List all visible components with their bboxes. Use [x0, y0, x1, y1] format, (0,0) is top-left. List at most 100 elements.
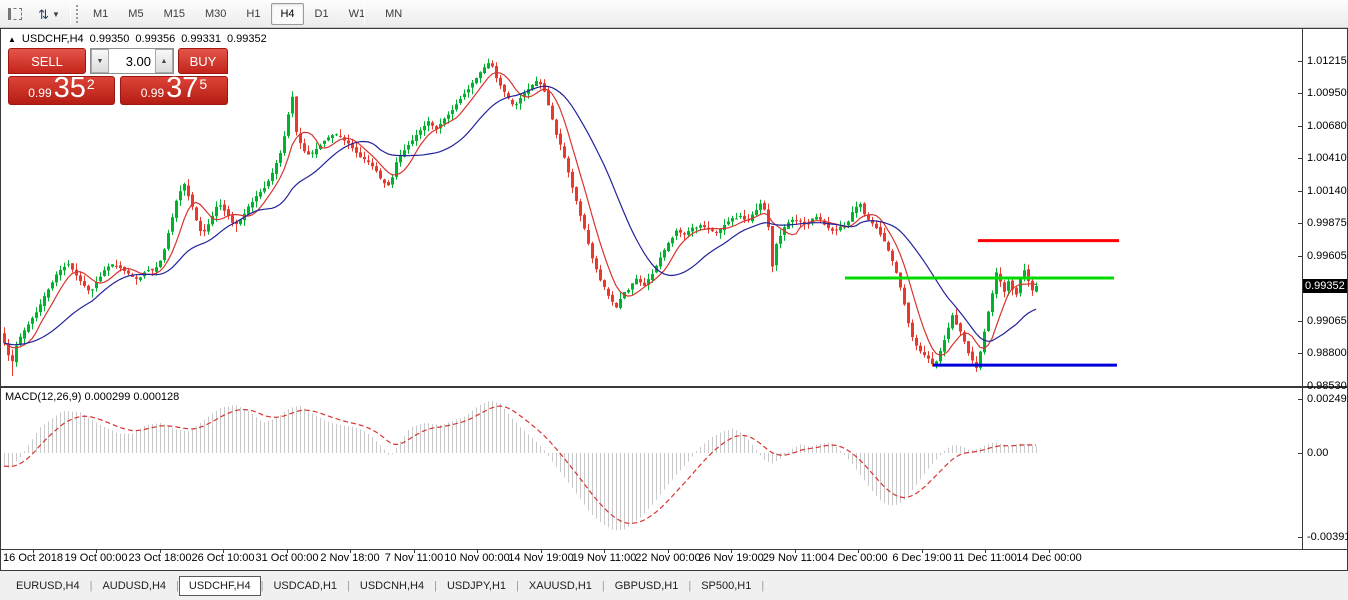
time-axis-label: 14 Dec 00:00	[1004, 552, 1094, 564]
price-axis-tick	[1298, 93, 1302, 94]
toolbar-separator	[364, 3, 365, 25]
current-price-label: 0.99352	[1303, 279, 1347, 293]
chart-tab-usdchf-h4[interactable]: USDCHF,H4	[179, 576, 261, 596]
period-m1-button[interactable]: M1	[84, 3, 117, 25]
buy-button[interactable]: BUY	[178, 48, 228, 74]
price-axis-label: 0.99065	[1307, 315, 1347, 327]
chart-tab-bar: EURUSD,H4|AUDUSD,H4|USDCHF,H4|USDCAD,H1|…	[0, 571, 1348, 600]
time-axis-tick	[287, 549, 288, 553]
ma-slow-line	[4, 86, 1036, 345]
buy-price-small: 0.99	[141, 84, 164, 102]
price-axis-label: 1.00680	[1307, 120, 1347, 132]
sell-price-sup: 2	[87, 77, 95, 91]
time-axis-tick	[414, 549, 415, 553]
period-buttons: M1M5M15M30H1H4D1W1MN	[84, 3, 411, 25]
chart-tab-audusd-h4[interactable]: AUDUSD,H4	[92, 576, 176, 596]
price-axis-label: 1.01215	[1307, 55, 1347, 67]
price-axis-label: 0.99875	[1307, 217, 1347, 229]
period-m30-button[interactable]: M30	[196, 3, 235, 25]
period-h4-button[interactable]: H4	[271, 3, 303, 25]
time-axis-tick	[922, 549, 923, 553]
macd-histogram	[5, 401, 1037, 530]
time-axis-tick	[350, 549, 351, 553]
price-axis-label: 0.98530	[1307, 380, 1347, 392]
price-axis-label: 0.99605	[1307, 250, 1347, 262]
macd-axis-label: 0.002492	[1307, 393, 1348, 405]
sell-price-small: 0.99	[28, 84, 51, 102]
tab-separator: |	[761, 580, 764, 592]
chart-tab-gbpusd-h1[interactable]: GBPUSD,H1	[605, 576, 689, 596]
toolbar-grip[interactable]	[76, 5, 79, 23]
period-m15-button[interactable]: M15	[155, 3, 194, 25]
trading-terminal-window: ⇅ ▼ M1M5M15M30H1H4D1W1MN ▲ USDCHF,H4 0.9…	[0, 0, 1348, 600]
chart-tab-usdjpy-h1[interactable]: USDJPY,H1	[437, 576, 516, 596]
horizontal-level-lines	[845, 241, 1119, 366]
price-axis-tick	[1298, 386, 1302, 387]
macd-indicator-label: MACD(12,26,9) 0.000299 0.000128	[5, 391, 179, 403]
price-axis-label: 0.98800	[1307, 347, 1347, 359]
time-axis-tick	[985, 549, 986, 553]
price-axis-label: 1.00410	[1307, 152, 1347, 164]
time-axis-tick	[731, 549, 732, 553]
price-axis-label: 1.00950	[1307, 87, 1347, 99]
period-w1-button[interactable]: W1	[340, 3, 375, 25]
time-axis-tick	[604, 549, 605, 553]
time-axis-tick	[1049, 549, 1050, 553]
price-axis-tick	[1298, 223, 1302, 224]
period-h1-button[interactable]: H1	[237, 3, 269, 25]
sell-price-display[interactable]: 0.99 35 2	[8, 76, 115, 105]
price-axis-tick	[1298, 61, 1302, 62]
chart-tab-usdcnh-h4[interactable]: USDCNH,H4	[350, 576, 434, 596]
time-axis-tick	[223, 549, 224, 553]
period-mn-button[interactable]: MN	[376, 3, 411, 25]
chevron-down-icon: ▼	[52, 10, 60, 19]
price-axis-tick	[1298, 191, 1302, 192]
volume-increase-button[interactable]: ▲	[155, 49, 173, 73]
ma-fast-line	[4, 73, 1036, 356]
time-axis-tick	[541, 549, 542, 553]
price-axis-tick	[1298, 256, 1302, 257]
period-d1-button[interactable]: D1	[306, 3, 338, 25]
buy-price-sup: 5	[199, 77, 207, 91]
macd-axis-tick	[1298, 399, 1302, 400]
time-axis-tick	[858, 549, 859, 553]
macd-signal-line	[4, 406, 1036, 523]
chart-tab-xauusd-h1[interactable]: XAUUSD,H1	[519, 576, 602, 596]
symbols-dropdown-icon[interactable]: ⇅ ▼	[32, 4, 66, 24]
price-axis-tick	[1298, 353, 1302, 354]
time-axis-tick	[795, 549, 796, 553]
volume-decrease-button[interactable]: ▼	[91, 49, 109, 73]
price-axis-label: 1.00140	[1307, 185, 1347, 197]
sell-button[interactable]: SELL	[8, 48, 86, 74]
time-axis-tick	[96, 549, 97, 553]
chart-shift-glyph	[8, 8, 22, 20]
price-axis-tick	[1298, 158, 1302, 159]
macd-pane-border	[0, 549, 1348, 550]
chart-shift-icon[interactable]	[4, 4, 26, 24]
buy-price-big: 37	[166, 76, 198, 102]
volume-input[interactable]: 3.00	[109, 49, 155, 73]
pane-separator[interactable]	[0, 386, 1348, 388]
volume-control: ▼ 3.00 ▲	[90, 48, 174, 74]
chart-tab-eurusd-h4[interactable]: EURUSD,H4	[6, 576, 90, 596]
macd-axis-tick	[1298, 453, 1302, 454]
chart-canvas[interactable]	[0, 29, 1303, 549]
period-m5-button[interactable]: M5	[119, 3, 152, 25]
time-axis-tick	[33, 549, 34, 553]
candlestick-series	[3, 59, 1038, 376]
sell-price-big: 35	[54, 76, 86, 102]
macd-axis-label: -0.003913	[1307, 531, 1348, 543]
macd-axis-label: 0.00	[1307, 447, 1328, 459]
price-axis-tick	[1298, 126, 1302, 127]
chart-tab-sp500-h1[interactable]: SP500,H1	[691, 576, 761, 596]
one-click-trading-panel: SELL ▼ 3.00 ▲ BUY 0.99 35 2 0.99 37 5	[8, 48, 228, 105]
price-axis-tick	[1298, 321, 1302, 322]
time-axis-tick	[668, 549, 669, 553]
toolbar-separator	[70, 3, 71, 25]
macd-axis-tick	[1298, 537, 1302, 538]
sort-arrows-glyph: ⇅	[38, 8, 49, 21]
time-axis-tick	[160, 549, 161, 553]
toolbar: ⇅ ▼ M1M5M15M30H1H4D1W1MN	[0, 0, 1348, 28]
buy-price-display[interactable]: 0.99 37 5	[120, 76, 228, 105]
chart-tab-usdcad-h1[interactable]: USDCAD,H1	[263, 576, 347, 596]
